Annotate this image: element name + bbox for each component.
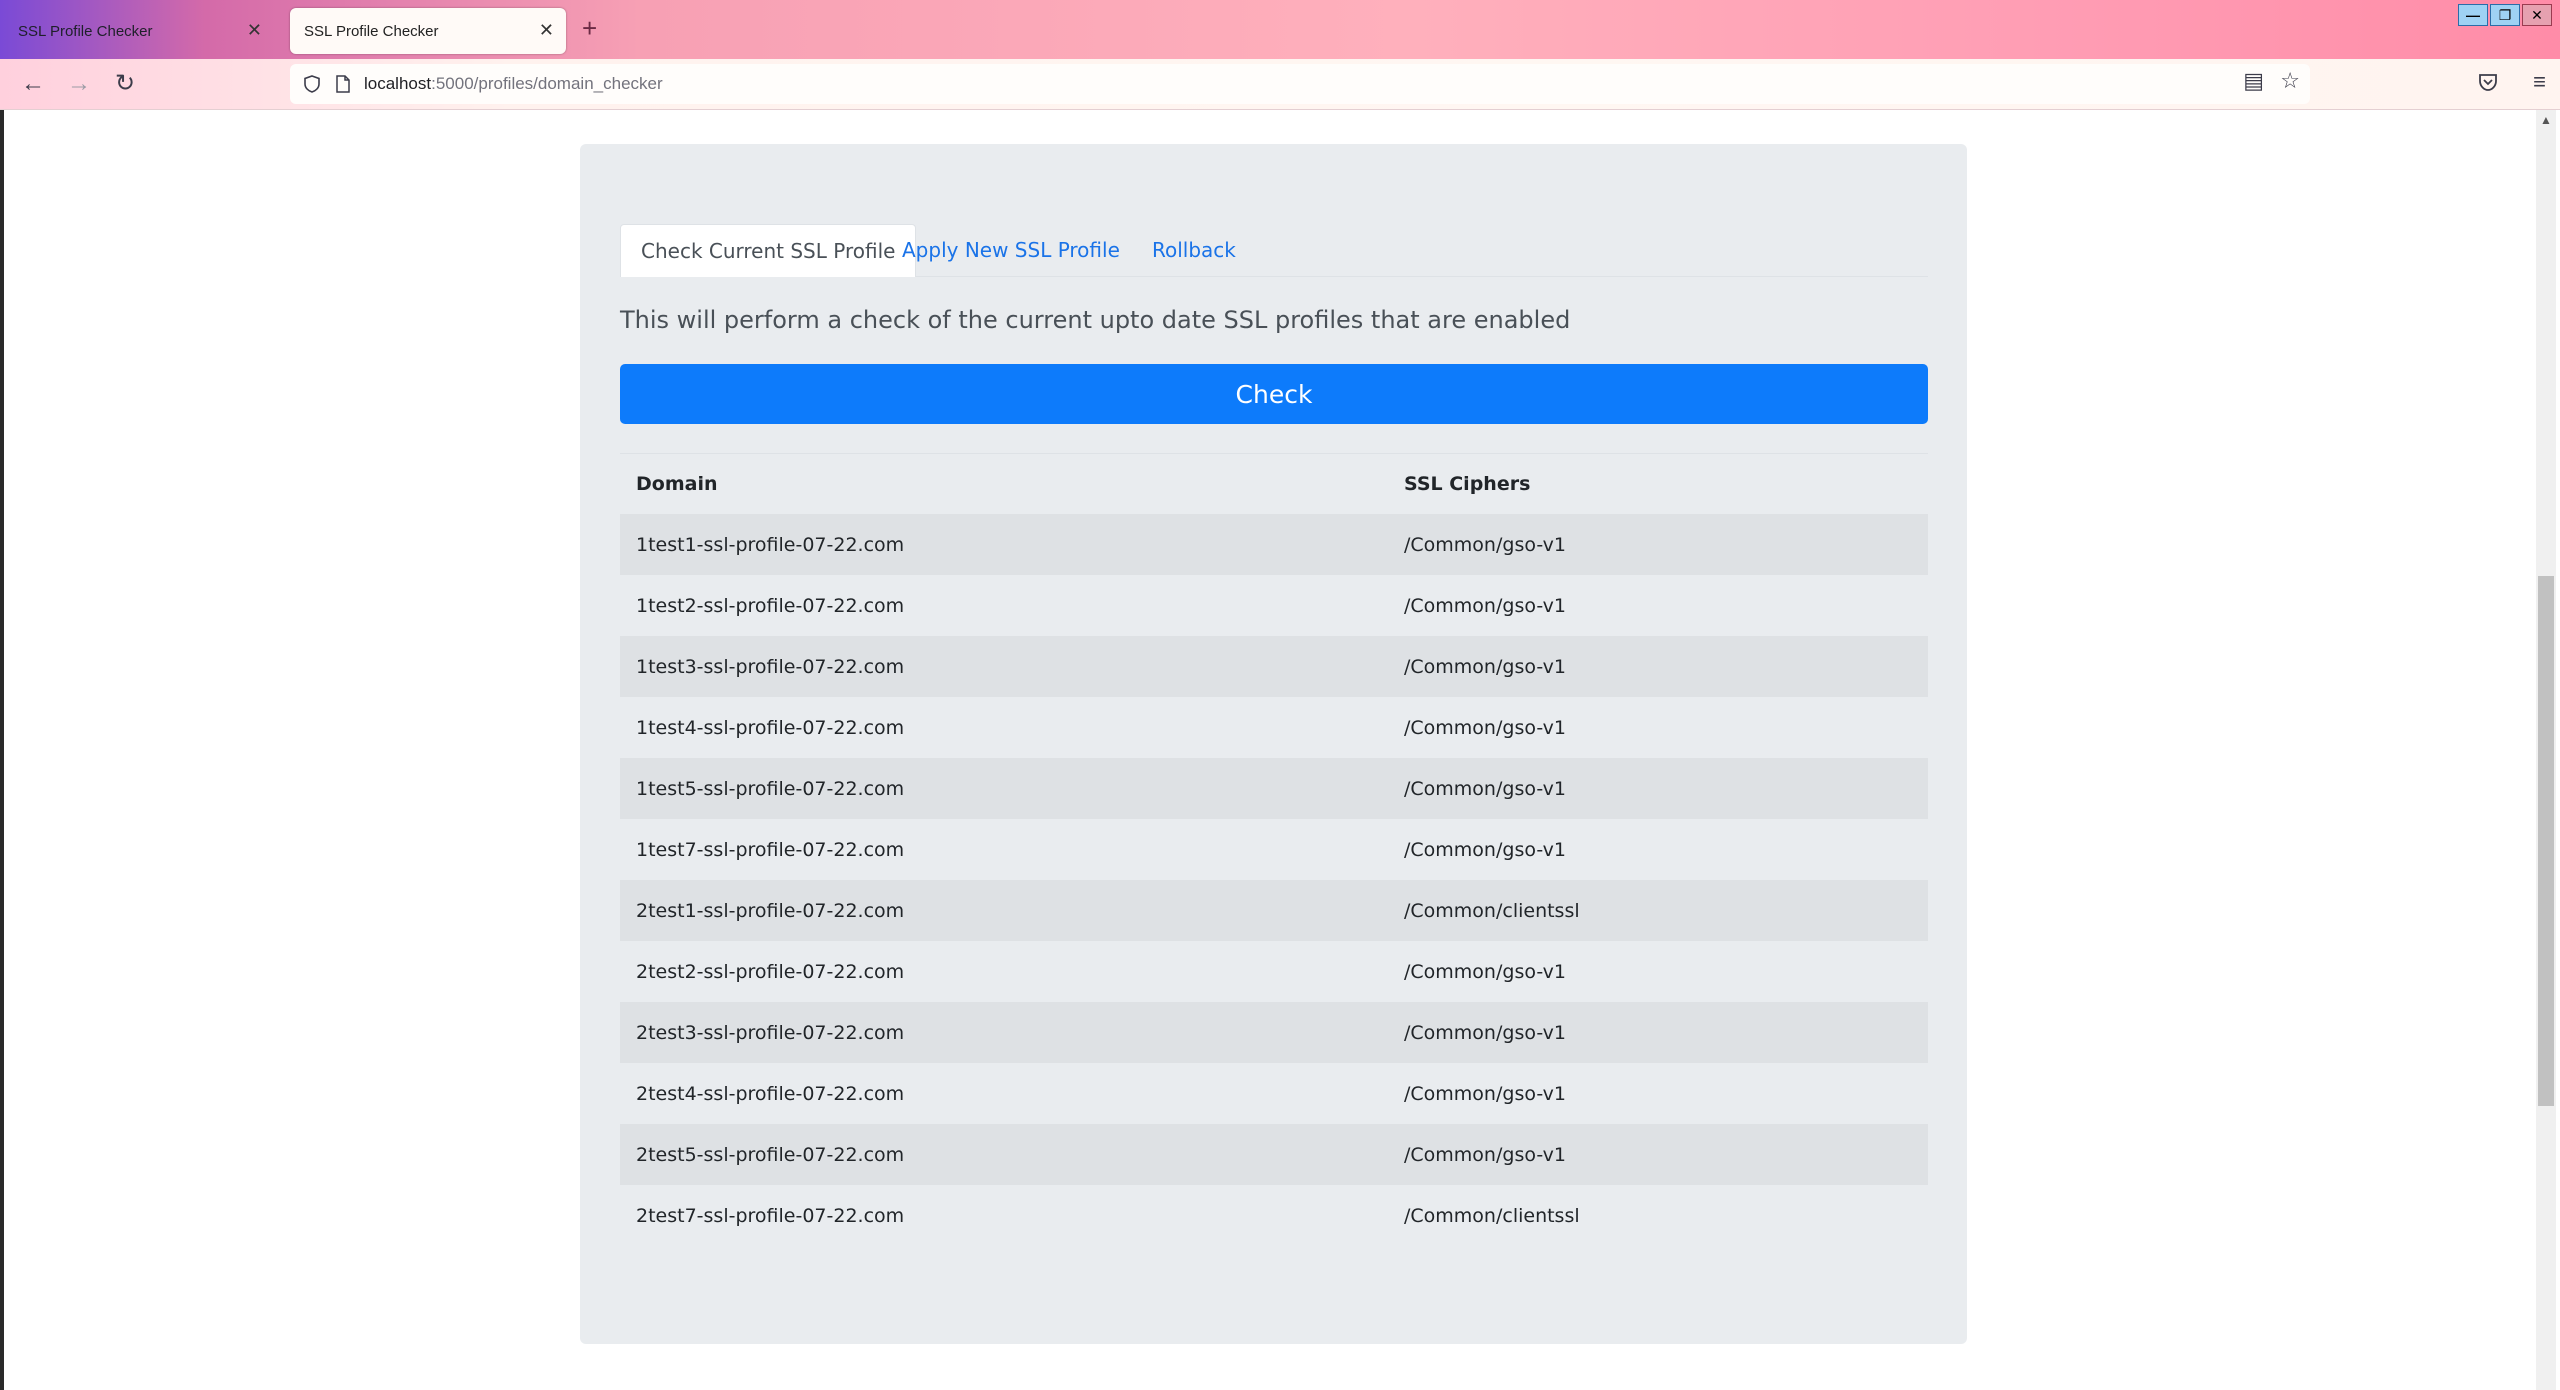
domain-cell: 2test3-ssl-profile-07-22.com <box>620 1002 1388 1063</box>
domain-cell: 1test4-ssl-profile-07-22.com <box>636 716 905 739</box>
hamburger-menu-icon[interactable]: ≡ <box>2533 69 2546 95</box>
page-viewport: Check Current SSL Profile Apply New SSL … <box>0 110 2560 1390</box>
domain-cell: 1test5-ssl-profile-07-22.com <box>620 758 1388 819</box>
page-icon[interactable] <box>336 75 350 93</box>
table-row: 2test1-ssl-profile-07-22.com/Common/clie… <box>620 880 1928 941</box>
shield-icon[interactable] <box>304 75 320 93</box>
ssl-cipher-cell: /Common/gso-v1 <box>1404 594 1566 617</box>
domain-cell: 2test4-ssl-profile-07-22.com <box>636 1082 905 1105</box>
description-text: This will perform a check of the current… <box>620 306 1571 334</box>
table-row: 2test3-ssl-profile-07-22.com/Common/gso-… <box>620 1002 1928 1063</box>
ssl-cipher-cell: /Common/gso-v1 <box>1388 1002 1928 1063</box>
ssl-cipher-cell: /Common/gso-v1 <box>1388 758 1928 819</box>
window-close-icon[interactable]: ✕ <box>2522 4 2552 26</box>
table-row: 2test2-ssl-profile-07-22.com/Common/gso-… <box>620 941 1928 1002</box>
domain-cell: 1test1-ssl-profile-07-22.com <box>620 514 1388 575</box>
tab-check-current[interactable]: Check Current SSL Profile <box>620 224 917 277</box>
browser-tab-2[interactable]: SSL Profile Checker ✕ <box>290 8 566 54</box>
reload-icon[interactable]: ↻ <box>108 67 142 101</box>
table-body: 1test1-ssl-profile-07-22.com/Common/gso-… <box>620 514 1928 1246</box>
domain-cell: 2test2-ssl-profile-07-22.com <box>636 960 905 983</box>
scrollbar-thumb[interactable] <box>2538 576 2554 1106</box>
column-header-ssl-ciphers: SSL Ciphers <box>1388 453 1928 514</box>
url-path: :5000/profiles/domain_checker <box>431 74 663 93</box>
bookmark-star-icon[interactable]: ☆ <box>2280 68 2300 94</box>
table-row: 1test5-ssl-profile-07-22.com/Common/gso-… <box>620 758 1928 819</box>
pocket-icon[interactable] <box>2478 72 2498 92</box>
new-tab-plus-icon[interactable]: + <box>582 12 597 44</box>
ssl-cipher-cell: /Common/gso-v1 <box>1388 514 1928 575</box>
domain-cell: 2test1-ssl-profile-07-22.com <box>620 880 1388 941</box>
reader-view-icon[interactable]: ▤ <box>2243 68 2264 94</box>
minimize-icon[interactable]: — <box>2458 4 2488 26</box>
ssl-cipher-cell: /Common/clientssl <box>1404 1204 1580 1227</box>
forward-arrow-icon[interactable]: → <box>62 67 96 101</box>
close-icon[interactable]: ✕ <box>539 20 554 40</box>
domain-cell: 1test7-ssl-profile-07-22.com <box>636 838 905 861</box>
close-icon[interactable]: ✕ <box>247 20 262 40</box>
vertical-scrollbar[interactable]: ▲ <box>2536 110 2556 1390</box>
browser-tab-1[interactable]: SSL Profile Checker ✕ <box>4 8 274 54</box>
table-row: 2test4-ssl-profile-07-22.com/Common/gso-… <box>620 1063 1928 1124</box>
url-text[interactable]: localhost:5000/profiles/domain_checker <box>364 74 663 94</box>
ssl-cipher-cell: /Common/gso-v1 <box>1404 960 1566 983</box>
table-row: 1test7-ssl-profile-07-22.com/Common/gso-… <box>620 819 1928 880</box>
table-row: 1test1-ssl-profile-07-22.com/Common/gso-… <box>620 514 1928 575</box>
ssl-cipher-cell: /Common/gso-v1 <box>1388 636 1928 697</box>
domain-cell: 1test2-ssl-profile-07-22.com <box>636 594 905 617</box>
ssl-cipher-cell: /Common/gso-v1 <box>1404 716 1566 739</box>
browser-tab-title: SSL Profile Checker <box>304 22 439 40</box>
ssl-cipher-cell: /Common/gso-v1 <box>1404 1082 1566 1105</box>
scroll-up-arrow-icon[interactable]: ▲ <box>2536 110 2556 130</box>
ssl-cipher-cell: /Common/gso-v1 <box>1404 838 1566 861</box>
restore-icon[interactable]: ❐ <box>2490 4 2520 26</box>
browser-tab-title: SSL Profile Checker <box>18 22 153 40</box>
content-card: Check Current SSL Profile Apply New SSL … <box>580 144 1967 1344</box>
ssl-cipher-cell: /Common/clientssl <box>1388 880 1928 941</box>
browser-tab-strip: SSL Profile Checker ✕ SSL Profile Checke… <box>0 0 2560 59</box>
tab-apply-new[interactable]: Apply New SSL Profile <box>882 224 1140 276</box>
table-row: 1test2-ssl-profile-07-22.com/Common/gso-… <box>620 575 1928 636</box>
tab-rollback[interactable]: Rollback <box>1132 224 1256 276</box>
domain-cell: 2test7-ssl-profile-07-22.com <box>636 1204 905 1227</box>
column-header-domain: Domain <box>620 453 1388 514</box>
url-bar[interactable]: localhost:5000/profiles/domain_checker ▤… <box>290 64 2310 104</box>
url-host: localhost <box>364 74 432 93</box>
table-row: 2test5-ssl-profile-07-22.com/Common/gso-… <box>620 1124 1928 1185</box>
table-header-row: Domain SSL Ciphers <box>620 453 1928 514</box>
table-row: 2test7-ssl-profile-07-22.com/Common/clie… <box>620 1185 1928 1246</box>
back-arrow-icon[interactable]: ← <box>16 67 50 101</box>
table-row: 1test3-ssl-profile-07-22.com/Common/gso-… <box>620 636 1928 697</box>
window-controls: — ❐ ✕ <box>2456 4 2552 26</box>
domain-cell: 1test3-ssl-profile-07-22.com <box>620 636 1388 697</box>
domain-cell: 2test5-ssl-profile-07-22.com <box>620 1124 1388 1185</box>
results-table: Domain SSL Ciphers 1test1-ssl-profile-07… <box>620 453 1928 1246</box>
table-row: 1test4-ssl-profile-07-22.com/Common/gso-… <box>620 697 1928 758</box>
profile-tabs: Check Current SSL Profile Apply New SSL … <box>620 224 1928 277</box>
browser-nav-bar: ← → ↻ localhost:5000/profiles/domain_che… <box>0 59 2560 110</box>
check-button[interactable]: Check <box>620 364 1928 424</box>
ssl-cipher-cell: /Common/gso-v1 <box>1388 1124 1928 1185</box>
